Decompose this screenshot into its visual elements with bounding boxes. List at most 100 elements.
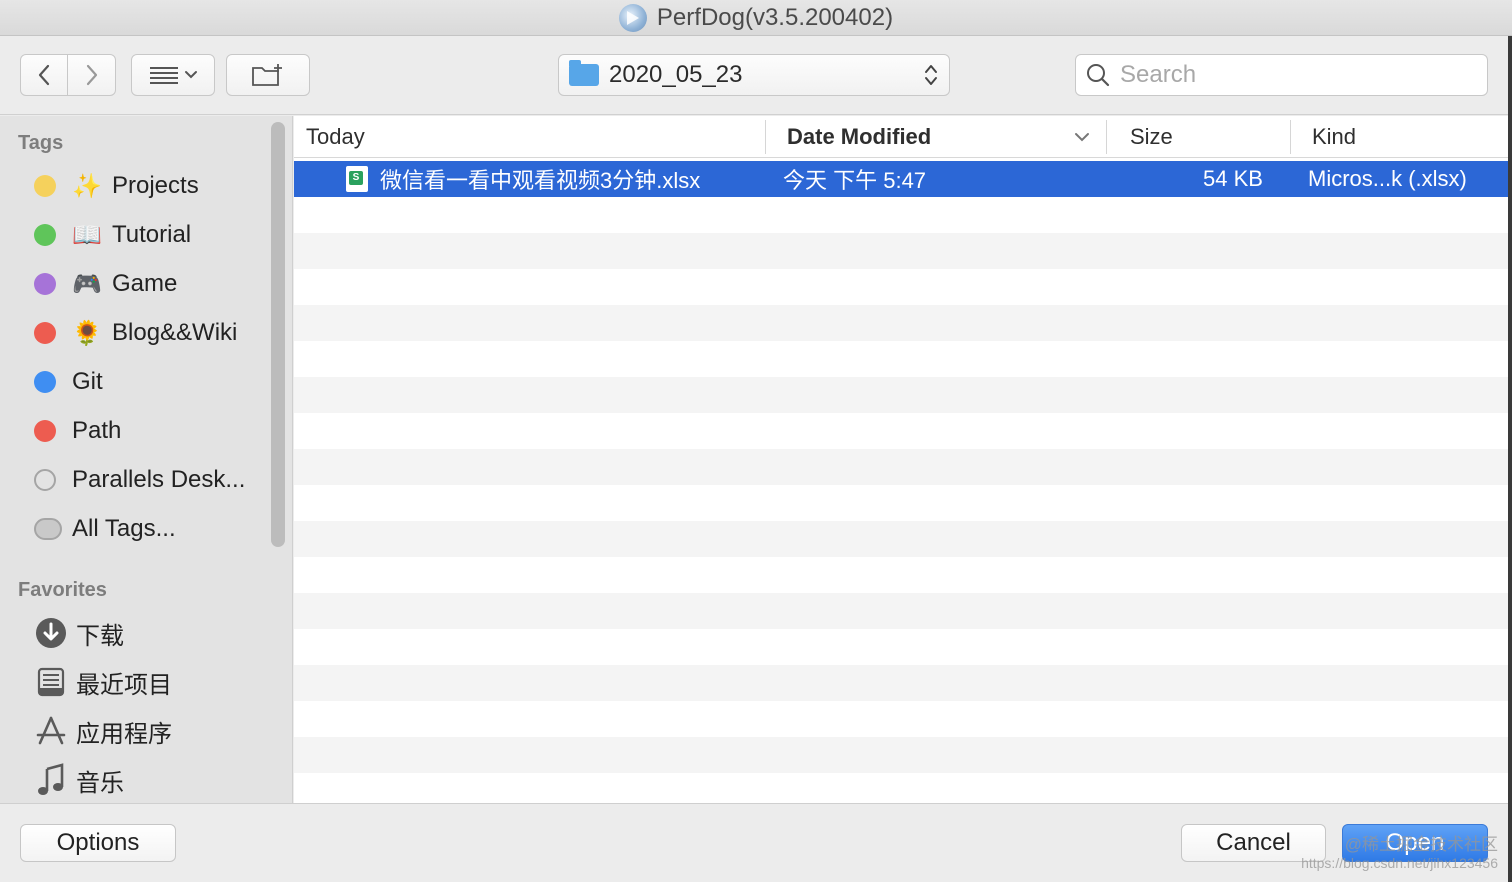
sidebar-item-music[interactable]: 音乐 (34, 760, 124, 800)
empty-row (294, 377, 1508, 413)
sidebar-item-label: Parallels Desk... (72, 466, 246, 493)
current-folder-label: 2020_05_23 (609, 61, 743, 88)
sidebar-item-all-tags[interactable]: All Tags... (34, 509, 176, 549)
sidebar-item-blog-wiki[interactable]: 🌻 Blog&&Wiki (34, 313, 237, 353)
sidebar-item-applications[interactable]: 应用程序 (34, 711, 172, 751)
back-button[interactable] (20, 54, 68, 96)
gamepad-icon: 🎮 (72, 270, 102, 298)
sparkles-icon: ✨ (72, 172, 102, 200)
sunflower-icon: 🌻 (72, 319, 102, 347)
folder-icon (569, 60, 599, 86)
new-folder-button[interactable] (226, 54, 310, 96)
sidebar-item-git[interactable]: Git (34, 362, 103, 402)
empty-row (294, 485, 1508, 521)
watermark-line-2: https://blog.csdn.net/jihx123456 (1301, 855, 1498, 871)
recents-icon (34, 667, 68, 697)
sidebar-item-path[interactable]: Path (34, 411, 121, 451)
sidebar-item-recents[interactable]: 最近项目 (34, 662, 172, 702)
empty-row (294, 737, 1508, 773)
sidebar-item-label: 音乐 (76, 769, 124, 797)
empty-row (294, 557, 1508, 593)
sidebar-item-label: 应用程序 (76, 720, 172, 748)
options-button[interactable]: Options (20, 824, 176, 862)
empty-row (294, 305, 1508, 341)
search-icon (1087, 64, 1110, 87)
watermark-line-1: @稀土掘金技术社区 (1344, 835, 1498, 854)
tag-color-dot (34, 322, 56, 344)
updown-arrows-icon (925, 65, 937, 85)
tag-color-dot (34, 469, 56, 491)
sidebar-item-label: Blog&&Wiki (112, 319, 238, 346)
sort-descending-icon[interactable] (1074, 126, 1090, 146)
sidebar: Tags ✨ Projects 📖 Tutorial 🎮 Game 🌻 Blog… (0, 116, 293, 803)
folder-path-popup[interactable]: 2020_05_23 (558, 54, 950, 96)
empty-row (294, 593, 1508, 629)
chevron-left-icon (38, 64, 50, 86)
file-name: 微信看一看中观看视频3分钟.xlsx (380, 168, 701, 193)
column-divider[interactable] (1290, 120, 1291, 154)
tag-color-dot (34, 371, 56, 393)
column-divider[interactable] (765, 120, 766, 154)
search-input[interactable]: Search (1120, 61, 1196, 89)
empty-row (294, 233, 1508, 269)
tag-color-dot (34, 273, 56, 295)
empty-row (294, 773, 1508, 803)
empty-row (294, 449, 1508, 485)
empty-row (294, 197, 1508, 233)
tag-color-dot (34, 175, 56, 197)
tags-heading: Tags (18, 132, 64, 154)
sidebar-item-tutorial[interactable]: 📖 Tutorial (34, 215, 191, 255)
applications-icon (34, 715, 68, 747)
column-header-size[interactable]: Size (1130, 116, 1173, 158)
window-edge (1508, 36, 1512, 882)
sidebar-item-label: Path (72, 417, 122, 444)
all-tags-icon (34, 518, 62, 540)
title-bar: PerfDog(v3.5.200402) (0, 0, 1512, 36)
empty-row (294, 341, 1508, 377)
empty-row (294, 629, 1508, 665)
empty-row (294, 701, 1508, 737)
watermark: @稀土掘金技术社区 https://blog.csdn.net/jihx1234… (1301, 836, 1498, 872)
perfdog-app-icon (618, 3, 647, 32)
sidebar-item-game[interactable]: 🎮 Game (34, 264, 177, 304)
spreadsheet-file-icon: S (346, 166, 368, 192)
tag-color-dot (34, 420, 56, 442)
sidebar-item-label: Git (72, 368, 103, 395)
table-row[interactable]: S 微信看一看中观看视频3分钟.xlsx 今天 下午 5:47 54 KB Mi… (294, 161, 1508, 197)
sidebar-item-projects[interactable]: ✨ Projects (34, 166, 199, 206)
book-icon: 📖 (72, 221, 102, 249)
download-icon (34, 617, 68, 649)
music-icon (34, 763, 68, 797)
forward-button[interactable] (68, 54, 116, 96)
empty-row (294, 521, 1508, 557)
column-header-date-modified[interactable]: Date Modified (787, 116, 931, 158)
column-divider[interactable] (1106, 120, 1107, 154)
list-view-icon (150, 67, 197, 84)
sidebar-item-downloads[interactable]: 下载 (34, 613, 124, 653)
empty-row (294, 269, 1508, 305)
column-header-kind[interactable]: Kind (1312, 116, 1356, 158)
file-list: Today Date Modified Size Kind S 微信看一看中观看… (294, 116, 1508, 803)
file-date: 今天 下午 5:47 (783, 168, 927, 193)
column-header-name[interactable]: Today (306, 116, 365, 158)
rows: S 微信看一看中观看视频3分钟.xlsx 今天 下午 5:47 54 KB Mi… (294, 161, 1508, 803)
file-kind: Micros...k (.xlsx) (1308, 166, 1467, 191)
bottom-bar: Options Cancel Open @稀土掘金技术社区 https://bl… (0, 803, 1508, 882)
view-options-button[interactable] (131, 54, 215, 96)
sidebar-item-label: Tutorial (112, 221, 192, 248)
sidebar-item-parallels[interactable]: Parallels Desk... (34, 460, 245, 500)
empty-row (294, 665, 1508, 701)
sidebar-scrollbar[interactable] (271, 122, 285, 547)
list-header: Today Date Modified Size Kind (294, 116, 1508, 158)
search-field[interactable]: Search (1075, 54, 1488, 96)
window-title: PerfDog(v3.5.200402) (656, 3, 894, 31)
toolbar: 2020_05_23 Search (0, 37, 1512, 115)
file-size: 54 KB (1203, 166, 1263, 191)
file-name-cell: S 微信看一看中观看视频3分钟.xlsx (346, 161, 700, 197)
sidebar-item-label: 下载 (76, 622, 124, 650)
empty-row (294, 413, 1508, 449)
sidebar-item-label: All Tags... (72, 515, 176, 542)
favorites-heading: Favorites (18, 579, 107, 601)
new-folder-icon (252, 64, 282, 86)
sidebar-item-label: Projects (112, 172, 199, 199)
